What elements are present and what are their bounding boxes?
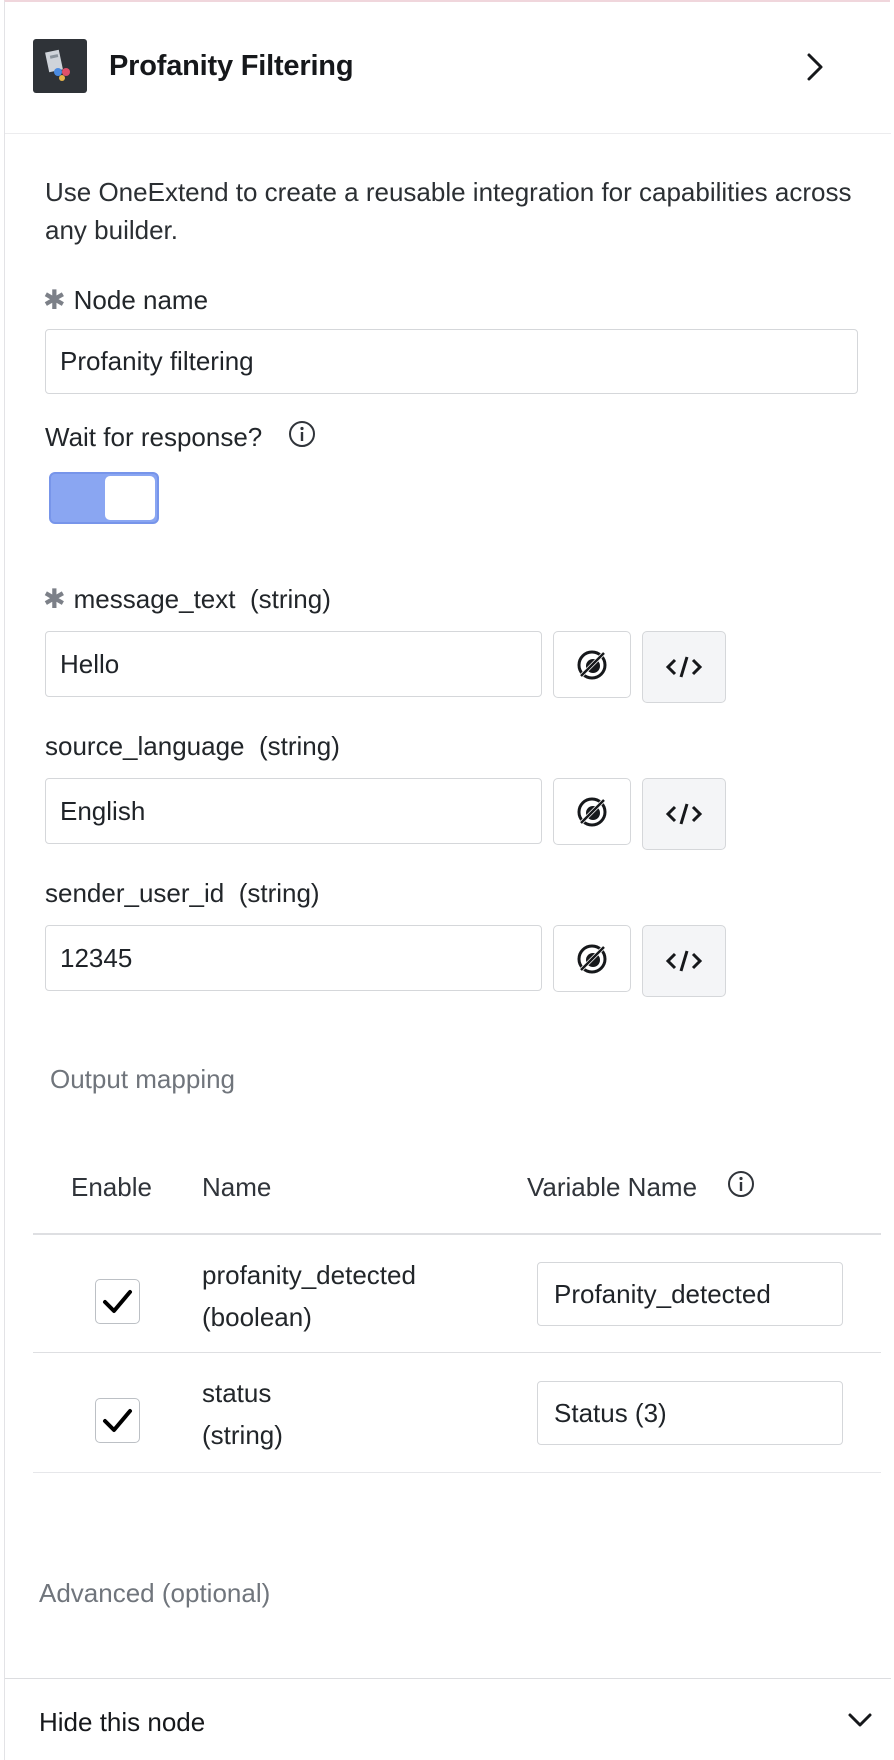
node-config-panel: Profanity Filtering Use OneExtend to cre… (4, 0, 891, 1760)
message-text-input[interactable] (45, 631, 542, 697)
code-editor-button[interactable] (642, 925, 726, 997)
input-name: source_language (45, 731, 245, 761)
hide-node-section[interactable]: Hide this node (5, 1678, 891, 1760)
table-header-divider (33, 1233, 881, 1235)
variable-picker-button[interactable] (553, 925, 631, 992)
variable-name-input[interactable] (537, 1381, 843, 1445)
node-name-label-text: Node name (73, 285, 209, 315)
required-asterisk-icon: ✱ (43, 285, 66, 315)
column-header-name: Name (202, 1172, 272, 1202)
variable-picker-icon (577, 944, 607, 973)
profanity-filter-app-logo (33, 39, 87, 93)
input-label-message-text: ✱ message_text (string) (43, 584, 331, 615)
node-title: Profanity Filtering (109, 50, 354, 82)
panel-header: Profanity Filtering (5, 2, 891, 134)
source-language-input[interactable] (45, 778, 542, 844)
output-name-cell: status (string) (202, 1372, 283, 1456)
code-icon (665, 803, 703, 825)
chevron-down-icon[interactable] (845, 1709, 875, 1733)
variable-name-input[interactable] (537, 1262, 843, 1326)
hide-node-label: Hide this node (39, 1707, 206, 1737)
output-name: status (202, 1378, 272, 1408)
code-icon (665, 656, 703, 678)
info-icon[interactable] (288, 420, 316, 448)
code-editor-button[interactable] (642, 631, 726, 703)
output-name-cell: profanity_detected (boolean) (202, 1254, 416, 1338)
output-type: (string) (202, 1420, 283, 1450)
table-row-divider (33, 1472, 881, 1473)
column-header-enable: Enable (71, 1172, 152, 1202)
input-label-sender-user-id: sender_user_id (string) (45, 878, 320, 909)
input-type: (string) (258, 731, 340, 761)
input-type: (string) (238, 878, 320, 908)
node-name-input[interactable] (45, 329, 858, 394)
wait-for-response-label: Wait for response? (45, 422, 263, 452)
output-mapping-title: Output mapping (50, 1064, 236, 1094)
column-header-variable-name: Variable Name (527, 1172, 698, 1202)
info-icon[interactable] (727, 1170, 755, 1198)
table-row-divider (33, 1352, 881, 1353)
input-name: message_text (73, 584, 236, 614)
advanced-section-toggle[interactable]: Advanced (optional) (39, 1578, 270, 1609)
input-name: sender_user_id (45, 878, 225, 908)
code-editor-button[interactable] (642, 778, 726, 850)
chevron-right-icon[interactable] (799, 50, 829, 84)
input-label-source-language: source_language (string) (45, 731, 340, 762)
variable-picker-button[interactable] (553, 778, 631, 845)
node-description: Use OneExtend to create a reusable integ… (45, 177, 852, 245)
code-icon (665, 950, 703, 972)
required-asterisk-icon: ✱ (43, 584, 66, 614)
variable-picker-icon (577, 650, 607, 679)
output-name: profanity_detected (202, 1260, 416, 1290)
enable-checkbox-profanity-detected[interactable] (95, 1279, 140, 1324)
wait-for-response-toggle[interactable] (49, 472, 159, 524)
variable-picker-icon (577, 797, 607, 826)
output-type: (boolean) (202, 1302, 312, 1332)
input-type: (string) (249, 584, 331, 614)
enable-checkbox-status[interactable] (95, 1398, 140, 1443)
node-name-label: ✱ Node name (43, 285, 208, 316)
toggle-knob (105, 476, 155, 520)
variable-picker-button[interactable] (553, 631, 631, 698)
sender-user-id-input[interactable] (45, 925, 542, 991)
